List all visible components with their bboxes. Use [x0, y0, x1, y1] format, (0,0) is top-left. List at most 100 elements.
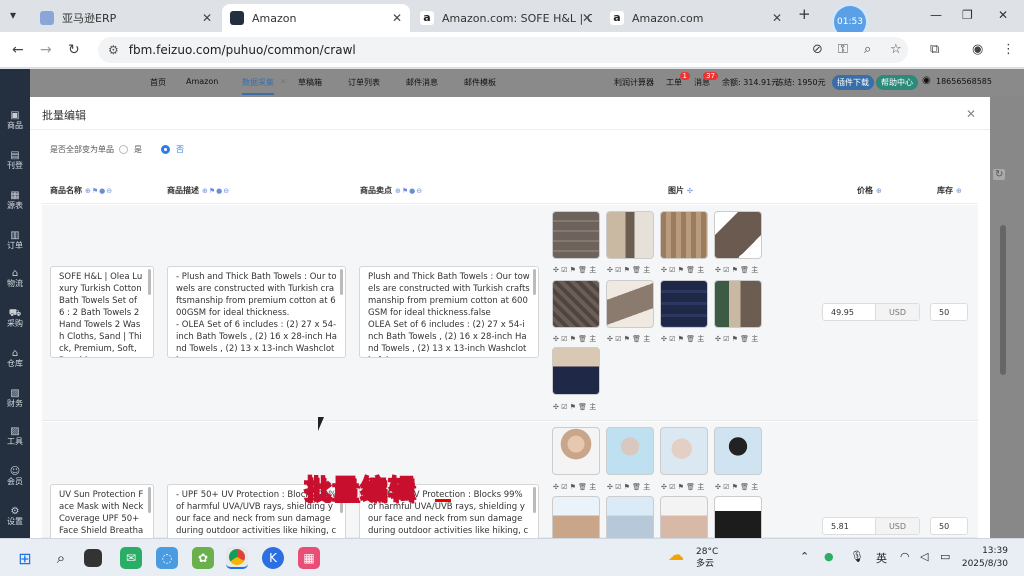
textarea-scrollbar[interactable]: [340, 269, 343, 295]
windows-start-icon[interactable]: ⊞: [14, 547, 36, 569]
topnav-mail[interactable]: 邮件消息: [406, 77, 438, 88]
tab-erp[interactable]: 亚马逊ERP ✕: [32, 4, 220, 32]
close-icon[interactable]: ✕: [966, 107, 976, 121]
close-icon[interactable]: ✕: [392, 11, 402, 25]
nav-item-listing[interactable]: ▤ 刊登: [0, 151, 30, 171]
zoom-icon[interactable]: ⌕: [864, 42, 871, 57]
topnav-drafts[interactable]: 草稿箱: [298, 77, 322, 88]
plugin-download-button[interactable]: 插件下载: [832, 75, 874, 90]
bookmark-star-icon[interactable]: ☆: [890, 42, 902, 57]
product-image[interactable]: [606, 496, 654, 544]
product-image[interactable]: [714, 427, 762, 475]
product-image[interactable]: [660, 496, 708, 544]
image-actions[interactable]: ✣ ☑ ⚑ 🗑 主: [661, 482, 711, 492]
close-icon[interactable]: ✕: [202, 11, 212, 25]
product-image[interactable]: [552, 427, 600, 475]
header-tool-icons[interactable]: ⊕⚑●⊖: [395, 187, 423, 195]
radio-no[interactable]: 否: [161, 144, 184, 155]
textarea-scrollbar[interactable]: [148, 487, 151, 513]
tray-app-icon[interactable]: ●: [824, 550, 834, 563]
site-info-icon[interactable]: ⚙: [108, 43, 119, 57]
header-tool-icons[interactable]: ⊕⚑●⊖: [202, 187, 230, 195]
back-icon[interactable]: ←: [12, 42, 24, 58]
product-image[interactable]: [606, 211, 654, 259]
forward-icon[interactable]: →: [40, 42, 52, 58]
product-image[interactable]: [714, 280, 762, 328]
microphone-icon[interactable]: 🎙: [850, 550, 864, 563]
image-actions[interactable]: ✣ ☑ ⚑ 🗑 主: [553, 265, 603, 275]
textarea-scrollbar[interactable]: [148, 269, 151, 295]
camera-off-icon[interactable]: ⊘: [812, 42, 823, 57]
price-input[interactable]: 49.95 USD: [822, 303, 920, 321]
stock-input[interactable]: 50: [930, 303, 968, 321]
image-actions[interactable]: ✣ ☑ ⚑ 🗑 主: [715, 334, 765, 344]
restore-icon[interactable]: ❐: [962, 8, 973, 22]
chrome-icon[interactable]: [226, 547, 248, 569]
name-textarea[interactable]: UV Sun Protection Face Mask with Neck Co…: [50, 484, 154, 544]
nav-item-warehouse[interactable]: ⌂ 仓库: [0, 349, 30, 369]
messages-link[interactable]: 消息 37: [694, 72, 718, 88]
nav-item-source[interactable]: ▦ 源表: [0, 191, 30, 211]
tab-amazon-active[interactable]: Amazon ✕: [222, 4, 410, 32]
textarea-scrollbar[interactable]: [533, 269, 536, 295]
volume-icon[interactable]: ◁: [920, 550, 928, 563]
nav-item-products[interactable]: ▣ 商品: [0, 111, 30, 131]
refresh-icon[interactable]: ↻: [993, 169, 1006, 180]
close-window-icon[interactable]: ✕: [998, 8, 1008, 22]
wifi-icon[interactable]: ◠: [900, 550, 910, 563]
product-image[interactable]: [606, 280, 654, 328]
bullets-textarea[interactable]: Plush and Thick Bath Towels : Our towels…: [359, 266, 539, 358]
product-image[interactable]: [552, 211, 600, 259]
k-app-icon[interactable]: K: [262, 547, 284, 569]
tab-amazon-product[interactable]: a Amazon.com: SOFE H&L | Ol ✕: [412, 4, 600, 32]
topnav-data-collection[interactable]: 数据采集: [242, 77, 274, 95]
product-image[interactable]: [714, 496, 762, 544]
page-scrollbar[interactable]: [1000, 225, 1006, 375]
settings-icon[interactable]: ⊕: [956, 187, 963, 195]
product-image[interactable]: [552, 280, 600, 328]
new-tab-button[interactable]: +: [798, 5, 811, 23]
search-icon[interactable]: ⌕: [50, 547, 72, 569]
radio-yes[interactable]: 是: [119, 144, 142, 155]
grid-app-icon[interactable]: ▦: [298, 547, 320, 569]
app-icon[interactable]: ✿: [192, 547, 214, 569]
profit-calculator-link[interactable]: 利润计算器: [614, 77, 654, 88]
image-actions[interactable]: ✣ ☑ ⚑ 🗑 主: [715, 482, 765, 492]
topnav-mail-templates[interactable]: 邮件模板: [464, 77, 496, 88]
key-icon[interactable]: ⚿: [838, 42, 848, 57]
minimize-icon[interactable]: —: [930, 8, 942, 22]
nav-item-settings[interactable]: ⚙ 设置: [0, 507, 30, 527]
tab-search-icon[interactable]: ▾: [10, 8, 16, 22]
product-image[interactable]: [660, 427, 708, 475]
stock-input[interactable]: 50: [930, 517, 968, 535]
name-textarea[interactable]: SOFE H&L | Olea Luxury Turkish Cotton Ba…: [50, 266, 154, 358]
product-image[interactable]: [606, 427, 654, 475]
reload-icon[interactable]: ↻: [68, 42, 80, 58]
battery-icon[interactable]: ▭: [940, 550, 950, 563]
move-icon[interactable]: ✣: [687, 187, 694, 195]
product-image[interactable]: [660, 211, 708, 259]
system-clock[interactable]: 13:39 2025/8/30: [962, 545, 1008, 571]
settings-icon[interactable]: ⊕: [876, 187, 883, 195]
close-icon[interactable]: ✕: [772, 11, 782, 25]
image-actions[interactable]: ✣ ☑ ⚑ 🗑 主: [553, 402, 603, 412]
product-image[interactable]: [552, 496, 600, 544]
image-actions[interactable]: ✣ ☑ ⚑ 🗑 主: [661, 265, 711, 275]
chat-icon[interactable]: ◌: [156, 547, 178, 569]
image-actions[interactable]: ✣ ☑ ⚑ 🗑 主: [607, 482, 657, 492]
image-actions[interactable]: ✣ ☑ ⚑ 🗑 主: [715, 265, 765, 275]
desc-textarea[interactable]: - Plush and Thick Bath Towels : Our towe…: [167, 266, 346, 358]
image-actions[interactable]: ✣ ☑ ⚑ 🗑 主: [607, 334, 657, 344]
price-input[interactable]: 5.81 USD: [822, 517, 920, 535]
wechat-icon[interactable]: ✉: [120, 547, 142, 569]
menu-icon[interactable]: ⋮: [1002, 42, 1015, 57]
radio-no-circle[interactable]: [161, 145, 170, 154]
ime-indicator[interactable]: 英: [876, 550, 887, 566]
product-image[interactable]: [660, 280, 708, 328]
chevron-up-icon[interactable]: ⌃: [800, 550, 809, 563]
textarea-scrollbar[interactable]: [533, 487, 536, 513]
url-field[interactable]: ⚙ fbm.feizuo.com/puhuo/common/crawl: [98, 37, 908, 63]
product-image[interactable]: [714, 211, 762, 259]
profile-icon[interactable]: ◉: [972, 42, 983, 57]
tab-amazon-home[interactable]: a Amazon.com ✕: [602, 4, 790, 32]
